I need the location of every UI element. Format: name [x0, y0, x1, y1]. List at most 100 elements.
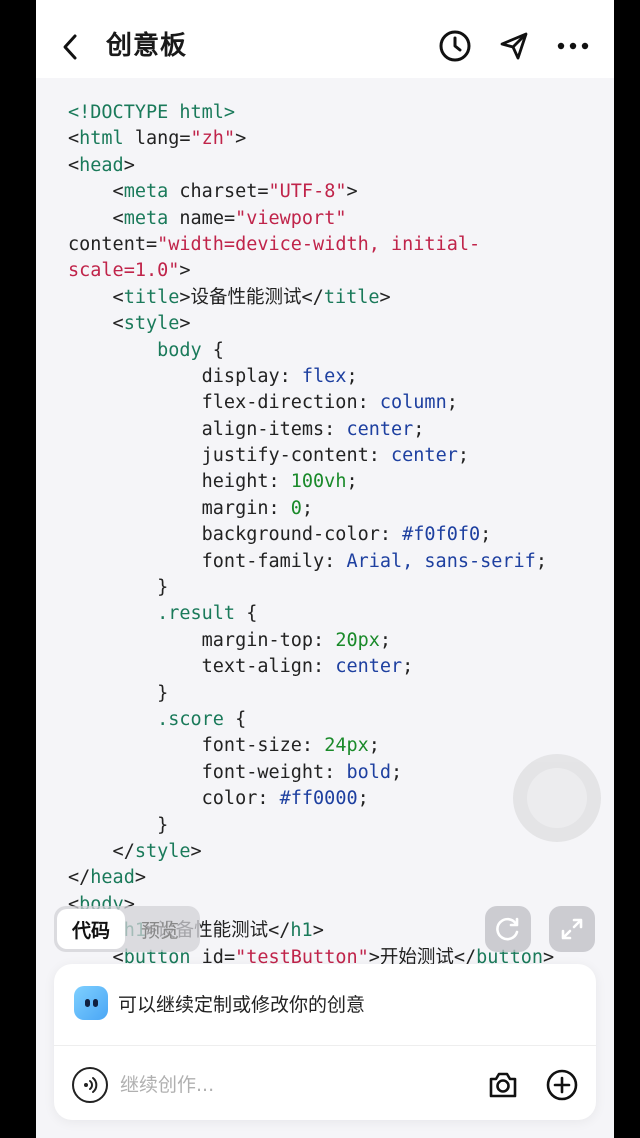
- camera-icon: [489, 1072, 517, 1098]
- code-token: ;: [357, 788, 369, 810]
- code-token: 24px: [324, 735, 369, 757]
- code-token: >: [312, 920, 324, 942]
- refresh-icon: [496, 917, 519, 941]
- code-line: <html lang="zh">: [68, 126, 608, 152]
- code-line: content="width=device-width, initial-: [68, 232, 608, 258]
- code-token: center: [391, 445, 458, 467]
- code-token: margin-top:: [68, 629, 336, 651]
- code-token: "UTF-8": [268, 181, 347, 203]
- code-token: center: [335, 656, 403, 678]
- code-line: justify-content: center;: [68, 443, 608, 469]
- code-line: <meta name="viewport": [68, 206, 608, 232]
- code-token: margin:: [68, 497, 291, 519]
- voice-button[interactable]: [72, 1067, 108, 1103]
- view-tabs: 代码 预览: [54, 906, 200, 952]
- code-token: >: [179, 313, 191, 335]
- code-token: scale=1.0": [68, 260, 180, 282]
- code-token: ;: [391, 761, 403, 783]
- code-token: height:: [68, 471, 291, 493]
- code-token: display:: [68, 365, 302, 387]
- code-token: ;: [446, 392, 458, 414]
- code-token: >: [123, 154, 135, 176]
- code-token: {: [235, 603, 258, 625]
- code-token: }: [68, 814, 169, 836]
- code-line: <head>: [68, 153, 608, 179]
- code-token: ;: [402, 656, 414, 678]
- add-button[interactable]: [543, 1066, 581, 1104]
- suggestion-row[interactable]: 可以继续定制或修改你的创意: [74, 986, 365, 1020]
- code-token: <: [68, 154, 80, 176]
- code-line: </style>: [68, 839, 608, 865]
- code-token: .result: [157, 603, 236, 625]
- floating-assistant-button[interactable]: [513, 754, 601, 842]
- code-token: ;: [480, 524, 492, 546]
- code-token: <: [68, 207, 124, 229]
- code-line: <meta charset="UTF-8">: [68, 179, 608, 205]
- code-line: }: [68, 575, 608, 601]
- expand-icon: [561, 918, 583, 940]
- code-token: <!DOCTYPE html>: [68, 102, 236, 123]
- code-line: height: 100vh;: [68, 469, 608, 495]
- code-token: >: [235, 128, 247, 150]
- code-token: font-weight:: [68, 761, 347, 783]
- code-token: #ff0000: [279, 788, 358, 810]
- code-line: flex-direction: column;: [68, 390, 608, 416]
- page-title: 创意板: [106, 31, 188, 61]
- code-token: style: [123, 313, 180, 335]
- code-token: #f0f0f0: [402, 524, 481, 546]
- code-token: head: [79, 154, 124, 176]
- code-line: display: flex;: [68, 364, 608, 390]
- expand-button[interactable]: [549, 906, 595, 952]
- code-token: center: [346, 418, 414, 440]
- code-token: <: [68, 128, 80, 150]
- code-viewer[interactable]: <!DOCTYPE html> <html lang="zh"> <head> <m…: [68, 100, 608, 1103]
- code-line: .result {: [68, 601, 608, 627]
- code-token: </: [68, 840, 135, 862]
- code-token: }: [68, 577, 169, 599]
- code-line: align-items: center;: [68, 417, 608, 443]
- code-token: <: [68, 181, 124, 203]
- code-token: name=: [168, 207, 236, 229]
- code-token: meta: [123, 181, 169, 203]
- code-line: <!DOCTYPE html>: [68, 100, 608, 126]
- code-line: font-family: Arial, sans-serif;: [68, 549, 608, 575]
- history-button[interactable]: [435, 26, 475, 66]
- code-token: font-family:: [68, 550, 347, 572]
- code-token: <: [68, 286, 124, 308]
- clock-icon: [439, 30, 471, 62]
- code-token: h1: [290, 920, 313, 942]
- code-token: html: [79, 128, 124, 150]
- code-token: charset=: [168, 181, 269, 203]
- share-button[interactable]: [494, 26, 534, 66]
- code-token: bold: [346, 761, 392, 783]
- code-token: {: [223, 708, 247, 730]
- code-token: ;: [457, 445, 469, 467]
- tab-code[interactable]: 代码: [57, 909, 125, 949]
- code-token: 0: [290, 497, 302, 519]
- code-token: >: [190, 840, 202, 862]
- code-token: >: [134, 867, 146, 889]
- code-line: margin-top: 20px;: [68, 628, 608, 654]
- prompt-input[interactable]: [120, 1070, 460, 1100]
- code-token: "width=device-width, initial-: [157, 233, 481, 255]
- app-screen: 创意板 <!DOCTYPE html> <html lang="zh"> <head…: [36, 0, 614, 1138]
- code-token: align-items:: [68, 418, 347, 440]
- code-line: </head>: [68, 865, 608, 891]
- chat-input-panel: 可以继续定制或修改你的创意: [54, 964, 596, 1120]
- camera-button[interactable]: [484, 1066, 522, 1104]
- refresh-button[interactable]: [485, 906, 531, 952]
- code-token: ;: [346, 365, 358, 387]
- tab-preview[interactable]: 预览: [125, 909, 195, 949]
- code-token: .score: [157, 708, 224, 730]
- code-token: ;: [301, 497, 314, 519]
- send-icon: [500, 32, 528, 60]
- code-line: <title>设备性能测试</title>: [68, 285, 608, 311]
- back-button[interactable]: [56, 27, 84, 67]
- more-button[interactable]: [553, 26, 593, 66]
- code-token: flex-direction:: [68, 392, 380, 414]
- code-token: column: [379, 392, 447, 414]
- code-line: body {: [68, 338, 608, 364]
- code-line: margin: 0;: [68, 496, 608, 522]
- assistant-avatar-icon: [74, 986, 108, 1020]
